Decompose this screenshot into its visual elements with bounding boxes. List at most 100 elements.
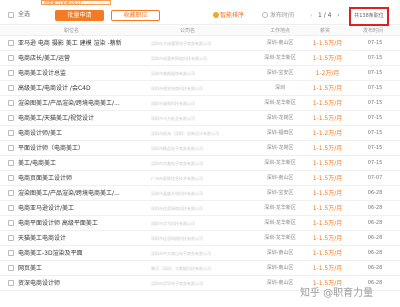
table-row[interactable]: 电商设计师/美工 深圳市前海（深圳）创新设计有限公司 深圳-福田区 1-1.2万/月 0…: [0, 126, 400, 141]
job-location: 深圳-南山区: [266, 265, 294, 271]
row-checkbox[interactable]: [8, 145, 14, 151]
company-name[interactable]: 深圳市精品电子商务有限公司: [151, 141, 247, 156]
job-title-link[interactable]: 天猫美工电商设计: [18, 231, 148, 246]
table-row[interactable]: 渲染图美工/产品渲染/跨境电商美工/... 深圳市晶盛光电科技有限公司 深圳-宝安区…: [0, 186, 400, 201]
job-location: 深圳-南山区: [266, 175, 294, 181]
job-title-link[interactable]: 电商店长/美工/运营: [18, 51, 148, 66]
company-name[interactable]: 深圳市美颜服饰有限公司: [151, 66, 247, 81]
job-title-link[interactable]: 电商页面美工设计师: [18, 171, 148, 186]
company-name[interactable]: 深圳市大成耀荣电子商务有限公司: [151, 36, 247, 51]
batch-apply-button[interactable]: 批量申请: [55, 10, 104, 21]
row-checkbox[interactable]: [8, 85, 14, 91]
row-checkbox[interactable]: [8, 220, 14, 226]
job-location: 深圳-福田区: [266, 130, 294, 136]
table-row[interactable]: 电商美工设计总监 深圳市美颜服饰有限公司 深圳-宝安区 1-2万/月 07-15: [0, 66, 400, 81]
company-name[interactable]: 深圳市卡方纸业有限公司: [151, 111, 247, 126]
job-title-link[interactable]: 渲染图美工/产品渲染/跨境电商美工/...: [18, 96, 148, 111]
row-checkbox[interactable]: [8, 55, 14, 61]
job-salary: 1-1.5万/月: [312, 40, 343, 47]
row-checkbox[interactable]: [8, 130, 14, 136]
job-location: 深圳-宝安区: [266, 70, 294, 76]
row-checkbox[interactable]: [8, 250, 14, 256]
row-checkbox[interactable]: [8, 205, 14, 211]
row-checkbox[interactable]: [8, 100, 14, 106]
job-title-link[interactable]: 资深电商设计师: [18, 276, 148, 291]
select-all-label[interactable]: 全选: [18, 11, 30, 19]
company-name[interactable]: 广州市星辉信息技术有限公司: [151, 171, 247, 186]
job-title-link[interactable]: 电商亚马逊设计/美工: [18, 201, 148, 216]
row-checkbox[interactable]: [8, 190, 14, 196]
job-location: 深圳-龙华新区: [264, 100, 296, 106]
post-date: 06-28: [367, 250, 383, 256]
table-row[interactable]: 电商美工-3D渲染及平面 深圳市中大南山电子商务有限公司 深圳-南山区 1-1.5万/…: [0, 246, 400, 261]
company-name[interactable]: 深圳市中大南山电子商务有限公司: [151, 246, 247, 261]
post-date: 07-15: [367, 130, 383, 136]
smart-sort-button[interactable]: 智能排序: [213, 10, 254, 21]
job-title-link[interactable]: 电商美工/天猫美工/视觉设计: [18, 111, 148, 126]
table-row[interactable]: 美工/电商美工 深圳市华美电子商务有限公司 深圳-龙华新区 1-1.5万/月 07-15: [0, 156, 400, 171]
job-salary: 1-1.5万/月: [312, 205, 343, 212]
job-title-link[interactable]: 亚马逊 电商 摄影 美工 建模 渲染 -蔡新: [18, 36, 148, 51]
keyword-filter-tag[interactable]: 电商美工(关键词)(5): [41, 0, 111, 5]
table-row[interactable]: 电商平面设计师 高级平面美工 深圳市华为科技有限公司 深圳-龙华新区 1-1.5万/月…: [0, 216, 400, 231]
post-date: 07-15: [367, 115, 383, 121]
post-date: 07-07: [367, 175, 383, 181]
company-name[interactable]: 深圳市视觉电商科技有限公司: [151, 81, 247, 96]
company-name[interactable]: 深圳市伊华电子商务有限公司: [151, 276, 247, 291]
row-checkbox[interactable]: [8, 265, 14, 271]
row-checkbox[interactable]: [8, 280, 14, 286]
job-salary: 1-1.5万/月: [312, 55, 343, 62]
row-checkbox[interactable]: [8, 70, 14, 76]
select-all-checkbox[interactable]: [8, 12, 14, 18]
table-row[interactable]: 平面设计师（电商美工） 深圳市精品电子商务有限公司 深圳-龙岗区 1-1.5万/月 07…: [0, 141, 400, 156]
table-row[interactable]: 电商亚马逊设计/美工 深圳市佳思网络科技有限公司 深圳-龙华新区 1-1.5万/月 06…: [0, 201, 400, 216]
job-title-link[interactable]: 电商美工设计总监: [18, 66, 148, 81]
job-title-link[interactable]: 电商平面设计师 高级平面美工: [18, 216, 148, 231]
row-checkbox[interactable]: [8, 115, 14, 121]
header-date: 发布时间: [363, 28, 384, 34]
table-row[interactable]: 电商店长/美工/运营 深圳市创意库网络科技有限公司 深圳-龙华新区 1-1.5万/月 0…: [0, 51, 400, 66]
job-title-link[interactable]: 平面设计师（电商美工）: [18, 141, 148, 156]
job-salary: 1-1.5万/月: [312, 175, 343, 182]
table-row[interactable]: 天猫美工电商设计 深圳市佳思网络科技有限公司 深圳-龙华新区 1-1.5万/月 06-2…: [0, 231, 400, 246]
job-title-link[interactable]: 美工/电商美工: [18, 156, 148, 171]
job-salary: 1-1.5万/月: [312, 250, 343, 257]
job-title-link[interactable]: 网页美工: [18, 261, 148, 276]
job-location: 深圳-龙华新区: [264, 235, 296, 241]
next-page-button[interactable]: ›: [337, 10, 339, 21]
prev-page-button[interactable]: ‹: [310, 10, 312, 21]
table-row[interactable]: 电商美工/天猫美工/视觉设计 深圳市卡方纸业有限公司 深圳-龙岗区 1-1.5万/月 0…: [0, 111, 400, 126]
company-name[interactable]: 深圳市创意库网络科技有限公司: [151, 51, 247, 66]
job-title-link[interactable]: 电商美工-3D渲染及平面: [18, 246, 148, 261]
table-row[interactable]: 网页美工 腾讯（深圳）大数据科技有限公司 深圳-南山区 1-1.5万/月 06-28: [0, 261, 400, 276]
row-checkbox[interactable]: [8, 175, 14, 181]
company-name[interactable]: 深圳市华为科技有限公司: [151, 216, 247, 231]
company-name[interactable]: 深圳市前海（深圳）创新设计有限公司: [151, 126, 247, 141]
row-checkbox[interactable]: [8, 40, 14, 46]
post-date: 06-28: [367, 220, 383, 226]
table-row[interactable]: 电商页面美工设计师 广州市星辉信息技术有限公司 深圳-南山区 1-1.5万/月 07-0…: [0, 171, 400, 186]
company-name[interactable]: 深圳市佳思网络科技有限公司: [151, 231, 247, 246]
table-row[interactable]: 亚马逊 电商 摄影 美工 建模 渲染 -蔡新 深圳市大成耀荣电子商务有限公司 深圳-…: [0, 36, 400, 51]
company-name[interactable]: 深圳市佳思网络科技有限公司: [151, 201, 247, 216]
favorite-jobs-button[interactable]: 收藏职位: [111, 10, 160, 21]
header-location: 工作地点: [270, 28, 291, 34]
table-row[interactable]: 高级美工/电商设计 /会C4D 深圳市视觉电商科技有限公司 深圳 1-1.5万/月 07…: [0, 81, 400, 96]
post-date: 07-15: [367, 40, 383, 46]
table-row[interactable]: 渲染图美工/产品渲染/跨境电商美工/... 深圳市骏和科技有限公司 深圳-龙华新区 1…: [0, 96, 400, 111]
company-name[interactable]: 深圳市华美电子商务有限公司: [151, 156, 247, 171]
job-title-link[interactable]: 渲染图美工/产品渲染/跨境电商美工/...: [18, 186, 148, 201]
post-date: 06-28: [367, 235, 383, 241]
job-title-link[interactable]: 高级美工/电商设计 /会C4D: [18, 81, 148, 96]
job-list: 亚马逊 电商 摄影 美工 建模 渲染 -蔡新 深圳市大成耀荣电子商务有限公司深圳-…: [0, 36, 400, 291]
post-date: 07-15: [367, 160, 383, 166]
job-salary: 1-1.5万/月: [312, 220, 343, 227]
company-name[interactable]: 腾讯（深圳）大数据科技有限公司: [151, 261, 247, 276]
job-location: 深圳-龙华新区: [264, 220, 296, 226]
company-name[interactable]: 深圳市晶盛光电科技有限公司: [151, 186, 247, 201]
row-checkbox[interactable]: [8, 160, 14, 166]
time-sort-button[interactable]: 发布时间: [262, 10, 306, 21]
job-title-link[interactable]: 电商设计师/美工: [18, 126, 148, 141]
company-name[interactable]: 深圳市骏和科技有限公司: [151, 96, 247, 111]
row-checkbox[interactable]: [8, 235, 14, 241]
